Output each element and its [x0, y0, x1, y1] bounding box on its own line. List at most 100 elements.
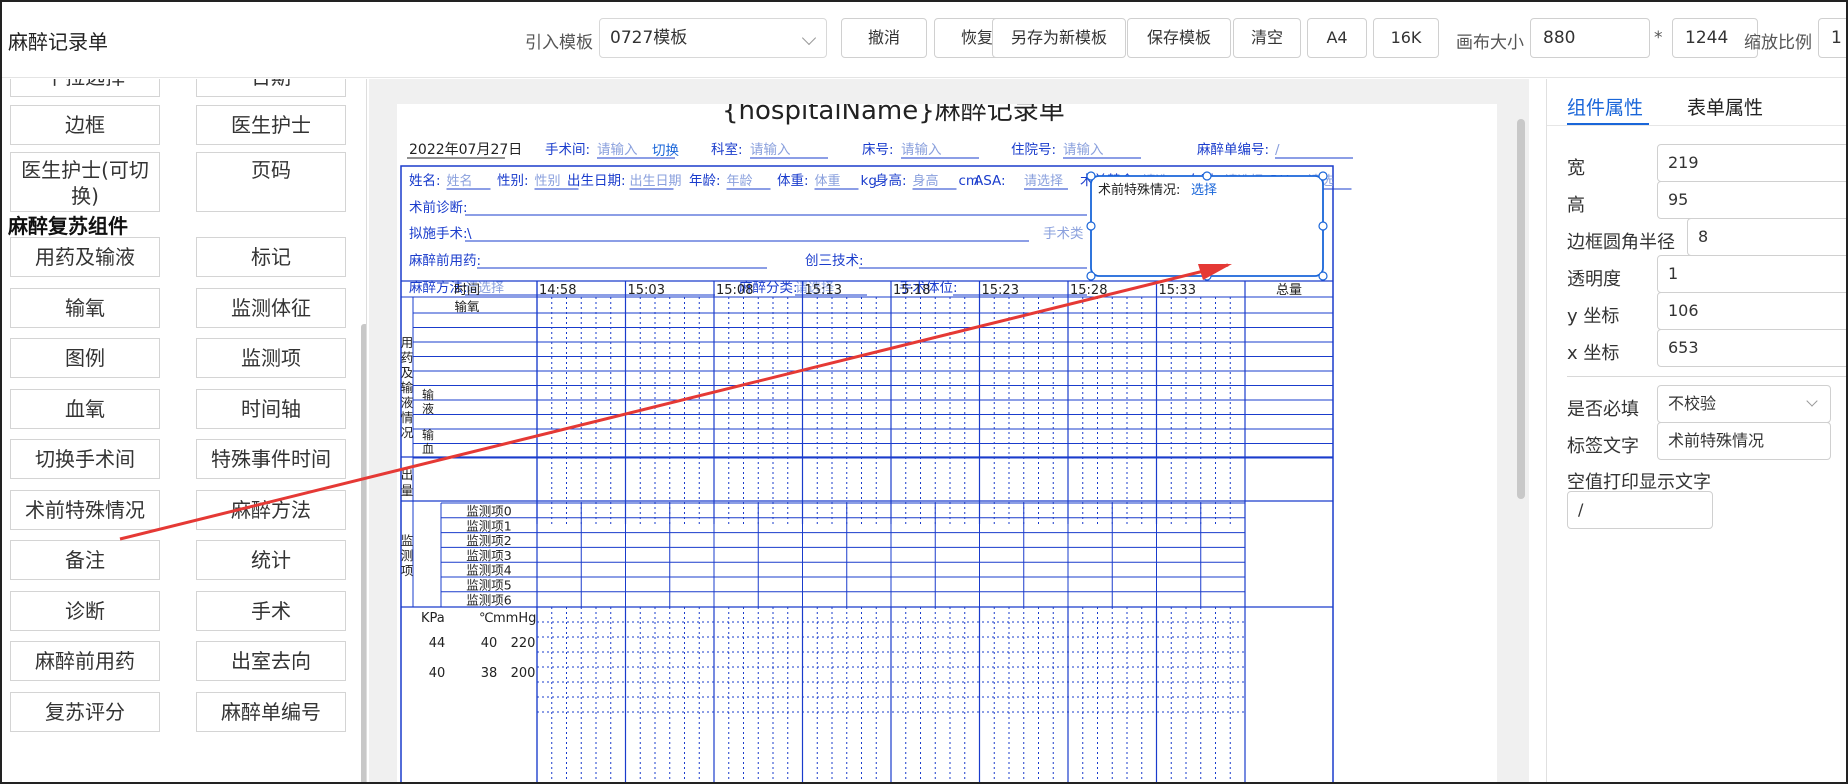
monitor-section-char: 测 [401, 548, 414, 563]
component-item[interactable]: 血氧 [10, 388, 160, 429]
monitor-item-label: 监测项5 [466, 578, 511, 593]
component-doctor-nurse-switchable[interactable]: 医生护士(可切换) [10, 152, 160, 212]
height-input[interactable]: 95 [1657, 181, 1846, 219]
undo-button[interactable]: 撤消 [841, 18, 927, 58]
diagnosis-label: 术前诊断: [409, 199, 468, 216]
drug-section-char: 用 [401, 335, 414, 350]
output-char: 出 [401, 467, 414, 482]
tag-text-input[interactable]: 术前特殊情况 [1657, 422, 1831, 460]
component-item[interactable]: 用药及输液 [10, 237, 160, 277]
save-as-new-template-button[interactable]: 另存为新模板 [992, 18, 1126, 58]
row1-field-placeholder: 请输入 [1063, 142, 1104, 158]
component-item[interactable]: 图例 [10, 338, 160, 378]
row1-field-placeholder: 请输入 [750, 142, 791, 158]
zoom-label: 缩放比例 [1744, 33, 1812, 53]
monitor-section-char: 监 [401, 533, 414, 548]
template-select[interactable]: 0727模板 [599, 18, 827, 58]
drug-section-char: 及 [401, 365, 414, 380]
unit-mmhg: mmHg [493, 611, 536, 626]
patient-field-placeholder: 身高 [913, 173, 939, 189]
time-tick-label: 15:28 [1070, 283, 1107, 298]
palette-scrollbar[interactable] [361, 324, 366, 782]
component-item[interactable]: 麻醉方法 [196, 489, 346, 530]
time-tick-label: 15:03 [628, 283, 665, 298]
app-root: 麻醉记录单 引入模板 0727模板 撤消 恢复 另存为新模板 保存模板 清空 A… [0, 0, 1848, 784]
output-char: 量 [401, 483, 414, 498]
component-item[interactable]: 标记 [196, 237, 346, 277]
time-tick-label: 15:13 [805, 283, 842, 298]
component-dropdown-select[interactable]: 下拉选择 [10, 79, 160, 97]
resize-handle [1086, 171, 1096, 181]
component-page-number-label: 页码 [251, 158, 291, 182]
patient-field-placeholder: 体重 [815, 173, 841, 189]
premedication-label: 麻醉前用药: [409, 252, 481, 269]
component-item[interactable]: 复苏评分 [10, 691, 160, 732]
component-item[interactable]: 麻醉前用药 [10, 641, 160, 681]
height-label: 高 [1567, 195, 1585, 216]
opacity-input[interactable]: 1 [1657, 255, 1846, 293]
size-times-sign: * [1654, 28, 1663, 48]
y-coord-input[interactable]: 106 [1657, 292, 1846, 330]
component-item[interactable]: 切换手术间 [10, 439, 160, 479]
required-label: 是否必填 [1567, 399, 1639, 420]
component-item[interactable]: 备注 [10, 540, 160, 580]
component-item[interactable]: 诊断 [10, 590, 160, 631]
scale-kpa-value: 44 [429, 636, 446, 651]
component-item[interactable]: 统计 [196, 540, 346, 580]
component-item[interactable]: 出室去向 [196, 641, 346, 681]
component-item[interactable]: 监测体征 [196, 287, 346, 328]
component-doctor-nurse[interactable]: 医生护士 [196, 105, 346, 145]
component-border[interactable]: 边框 [10, 105, 160, 145]
save-template-button[interactable]: 保存模板 [1127, 18, 1231, 58]
patient-field-placeholder: 请选择 [1024, 174, 1063, 189]
drug-section-char: 况 [401, 425, 414, 440]
tab-form-props[interactable]: 表单属性 [1687, 93, 1763, 120]
empty-print-input[interactable]: / [1567, 491, 1713, 529]
component-item[interactable]: 时间轴 [196, 388, 346, 429]
time-tick-label: 15:08 [716, 283, 753, 298]
monitor-item-label: 监测项4 [466, 563, 512, 578]
row1-field-label: 手术间: [545, 142, 590, 158]
canvas-width-input[interactable]: 880 [1530, 18, 1650, 58]
clear-button[interactable]: 清空 [1233, 18, 1301, 58]
monitor-item-label: 监测项0 [466, 504, 512, 519]
row1-field-label: 麻醉单编号: [1197, 142, 1269, 158]
x-coord-input[interactable]: 653 [1657, 329, 1846, 367]
radius-input[interactable]: 8 [1687, 218, 1846, 256]
zoom-input[interactable]: 1 [1818, 18, 1846, 58]
required-select[interactable]: 不校验 [1657, 385, 1831, 423]
tab-component-props[interactable]: 组件属性 [1567, 93, 1643, 120]
planned-surgery-label: 拟施手术: [409, 226, 468, 242]
component-page-number[interactable]: 页码 [196, 152, 346, 212]
component-item[interactable]: 监测项 [196, 338, 346, 378]
drug-section-char: 液 [401, 395, 414, 410]
section-title-anesthesia: 麻醉复苏组件 [8, 214, 128, 238]
component-item[interactable]: 输氧 [10, 287, 160, 328]
component-item[interactable]: 特殊事件时间 [196, 439, 346, 479]
component-date[interactable]: 日期 [196, 79, 346, 97]
component-item[interactable]: 手术 [196, 590, 346, 631]
width-input[interactable]: 219 [1657, 144, 1846, 182]
component-item[interactable]: 术前特殊情况 [10, 489, 160, 530]
planned-surgery-value: \ [467, 226, 472, 242]
infusion-char: 输 [422, 387, 434, 402]
preop-special-label: 术前特殊情况: [1098, 182, 1180, 198]
canvas-scrollbar[interactable] [1517, 119, 1525, 499]
patient-field-placeholder: 姓名 [447, 173, 473, 189]
trauma-tech-label: 创三技术: [805, 253, 864, 269]
time-tick-label: 15:33 [1159, 283, 1196, 298]
16k-button[interactable]: 16K [1373, 18, 1439, 58]
chevron-down-icon [801, 30, 817, 46]
scale-celsius-value: 38 [481, 666, 498, 681]
preop-special-select-link: 选择 [1191, 183, 1217, 198]
resize-handle [1318, 171, 1328, 181]
switch-room-link: 切换 [652, 143, 680, 159]
row1-field-placeholder: / [1275, 142, 1280, 158]
transfusion-char: 输 [422, 427, 434, 442]
resize-handle [1086, 221, 1096, 231]
patient-field-label: 出生日期: [567, 173, 626, 189]
a4-button[interactable]: A4 [1307, 18, 1367, 58]
props-divider [1567, 376, 1846, 377]
component-item[interactable]: 麻醉单编号 [196, 691, 346, 732]
transfusion-char: 血 [422, 442, 434, 456]
